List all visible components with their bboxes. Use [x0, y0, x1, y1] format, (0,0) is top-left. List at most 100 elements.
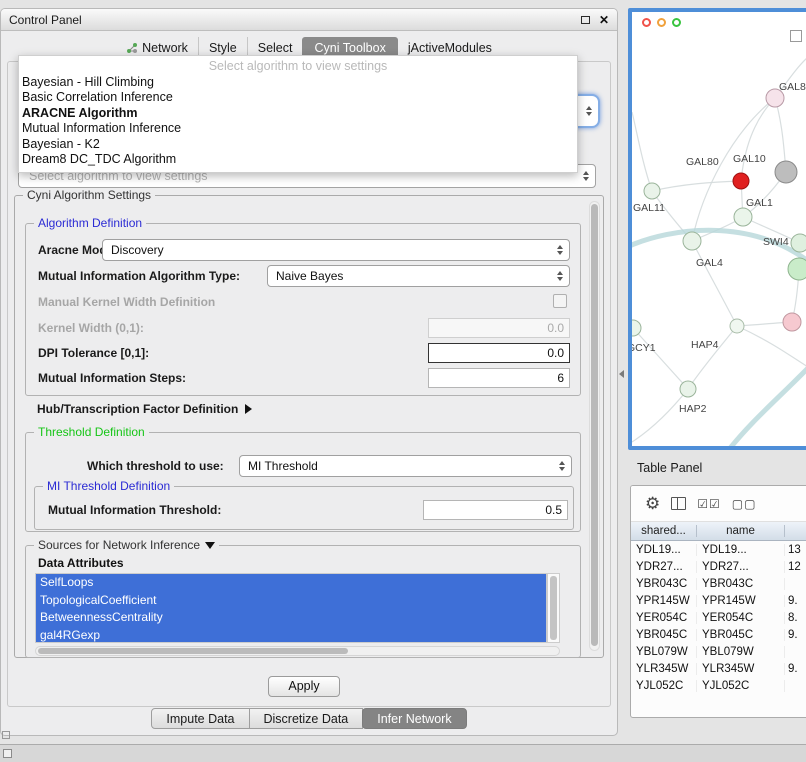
aracne-mode-select[interactable]: Discovery: [102, 239, 570, 261]
table-row[interactable]: YLR345WYLR345W9.: [631, 660, 806, 677]
minimize-traffic-light-icon[interactable]: [657, 18, 666, 27]
gear-icon[interactable]: ⚙: [645, 495, 660, 512]
table-row[interactable]: YPR145WYPR145W9.: [631, 592, 806, 609]
network-node[interactable]: [644, 183, 660, 199]
network-edge[interactable]: [652, 181, 741, 191]
algorithm-option[interactable]: Basic Correlation Inference: [19, 90, 577, 105]
column-header-name[interactable]: name: [697, 525, 785, 537]
network-edge[interactable]: [632, 112, 652, 191]
network-edge[interactable]: [692, 241, 737, 326]
tab-jactivemodules-label: jActiveModules: [408, 41, 492, 55]
kernel-width-label: Kernel Width (0,1):: [38, 321, 144, 335]
close-icon[interactable]: ✕: [599, 14, 609, 26]
table-row[interactable]: YDL19...YDL19...13: [631, 541, 806, 558]
expand-right-icon: [245, 404, 252, 414]
panel-divider-handle[interactable]: [619, 370, 624, 378]
network-node[interactable]: [783, 313, 801, 331]
scrollbar-thumb[interactable]: [591, 204, 598, 646]
node-label: GAL4: [696, 257, 723, 269]
network-node[interactable]: [680, 381, 696, 397]
algorithm-option[interactable]: Dream8 DC_TDC Algorithm: [19, 152, 577, 167]
mi-type-label: Mutual Information Algorithm Type:: [38, 269, 240, 283]
settings-vertical-scrollbar[interactable]: [589, 201, 600, 651]
birdseye-toggle-icon[interactable]: [790, 30, 802, 42]
attributes-horizontal-scrollbar[interactable]: [35, 646, 560, 656]
algorithm-option[interactable]: Mutual Information Inference: [19, 121, 577, 136]
tab-impute-data[interactable]: Impute Data: [151, 708, 249, 729]
algorithm-option[interactable]: Bayesian - Hill Climbing: [19, 75, 577, 90]
scrollbar-thumb[interactable]: [38, 648, 348, 654]
network-node[interactable]: [632, 320, 641, 336]
algorithm-option[interactable]: Bayesian - K2: [19, 137, 577, 152]
aracne-mode-value: Discovery: [103, 243, 164, 257]
table-row[interactable]: YBR045CYBR045C9.: [631, 626, 806, 643]
sources-group-toggle[interactable]: Sources for Network Inference: [34, 538, 219, 552]
table-row[interactable]: YER054CYER054C8.: [631, 609, 806, 626]
tab-select-label: Select: [258, 41, 293, 55]
network-node[interactable]: [683, 232, 701, 250]
network-edge[interactable]: [737, 326, 806, 367]
node-label: GAL10: [733, 153, 766, 165]
threshold-definition-title: Threshold Definition: [34, 425, 149, 439]
attributes-vertical-scrollbar[interactable]: [547, 573, 560, 643]
node-label: HAP4: [691, 339, 719, 351]
network-node[interactable]: [734, 208, 752, 226]
table-row[interactable]: YBL079WYBL079W: [631, 643, 806, 660]
combo-arrows-icon: [557, 245, 563, 255]
attribute-item[interactable]: BetweennessCentrality: [36, 609, 546, 627]
network-view-window[interactable]: GAL80GAL80GAL10GAL11GAL1SWI4GAL4GCY1HAP4…: [628, 8, 806, 450]
data-attributes-list[interactable]: SelfLoopsTopologicalCoefficientBetweenne…: [35, 573, 547, 643]
network-node[interactable]: [788, 258, 806, 280]
close-traffic-light-icon[interactable]: [642, 18, 651, 27]
hub-definition-toggle[interactable]: Hub/Transcription Factor Definition: [37, 402, 252, 416]
attribute-item[interactable]: SelfLoops: [36, 574, 546, 592]
network-node[interactable]: [775, 161, 797, 183]
network-edge[interactable]: [688, 326, 737, 389]
desktop: Control Panel ✕ Network Style Select Cyn…: [0, 0, 806, 762]
apply-button[interactable]: Apply: [268, 676, 340, 697]
network-node[interactable]: [791, 234, 806, 252]
mi-steps-input[interactable]: 6: [428, 368, 570, 388]
table-row[interactable]: YDR27...YDR27...12: [631, 558, 806, 575]
deselect-all-icon[interactable]: ▢▢: [732, 498, 757, 510]
mi-algorithm-type-select[interactable]: Naive Bayes: [267, 265, 570, 287]
network-edge[interactable]: [727, 364, 806, 446]
dock-icon[interactable]: [2, 731, 10, 739]
table-row[interactable]: YJL052CYJL052C: [631, 677, 806, 694]
network-edge[interactable]: [632, 389, 688, 442]
tab-discretize-data[interactable]: Discretize Data: [249, 708, 364, 729]
column-chooser-icon[interactable]: [671, 497, 686, 510]
control-panel-titlebar[interactable]: Control Panel ✕: [1, 9, 617, 31]
zoom-traffic-light-icon[interactable]: [672, 18, 681, 27]
algorithm-dropdown-list: Bayesian - Hill ClimbingBasic Correlatio…: [19, 75, 577, 167]
network-edge[interactable]: [692, 98, 775, 241]
mi-threshold-input[interactable]: 0.5: [423, 500, 568, 520]
network-node[interactable]: [730, 319, 744, 333]
manual-kernel-checkbox[interactable]: [553, 294, 567, 308]
algorithm-option[interactable]: ARACNE Algorithm: [19, 106, 577, 121]
network-edge[interactable]: [633, 328, 688, 389]
kernel-width-input[interactable]: 0.0: [428, 318, 570, 338]
scrollbar-thumb[interactable]: [550, 576, 557, 640]
attribute-item[interactable]: TopologicalCoefficient: [36, 592, 546, 610]
float-window-icon[interactable]: [581, 16, 590, 24]
cyni-algorithm-settings-group: Cyni Algorithm Settings Algorithm Defini…: [14, 195, 604, 658]
which-threshold-value: MI Threshold: [240, 459, 318, 473]
table-cell: YBR045C: [631, 629, 697, 641]
restore-panel-icon[interactable]: [3, 749, 12, 758]
select-all-icon[interactable]: ☑☑: [697, 498, 721, 510]
combo-arrows-icon: [586, 106, 592, 116]
threshold-definition-group: Threshold Definition Which threshold to …: [25, 432, 581, 532]
table-cell: 8.: [785, 612, 806, 624]
tab-infer-network[interactable]: Infer Network: [362, 708, 466, 729]
attribute-item[interactable]: gal4RGexp: [36, 627, 546, 644]
which-threshold-select[interactable]: MI Threshold: [239, 455, 572, 477]
network-graph[interactable]: GAL80GAL80GAL10GAL11GAL1SWI4GAL4GCY1HAP4…: [632, 12, 806, 446]
network-node[interactable]: [733, 173, 749, 189]
network-edge[interactable]: [741, 98, 775, 181]
dpi-tolerance-input[interactable]: 0.0: [428, 343, 570, 363]
table-cell: YDL19...: [697, 544, 785, 556]
node-label: GAL11: [633, 202, 665, 214]
column-header-shared-name[interactable]: shared...: [631, 525, 697, 537]
table-row[interactable]: YBR043CYBR043C: [631, 575, 806, 592]
